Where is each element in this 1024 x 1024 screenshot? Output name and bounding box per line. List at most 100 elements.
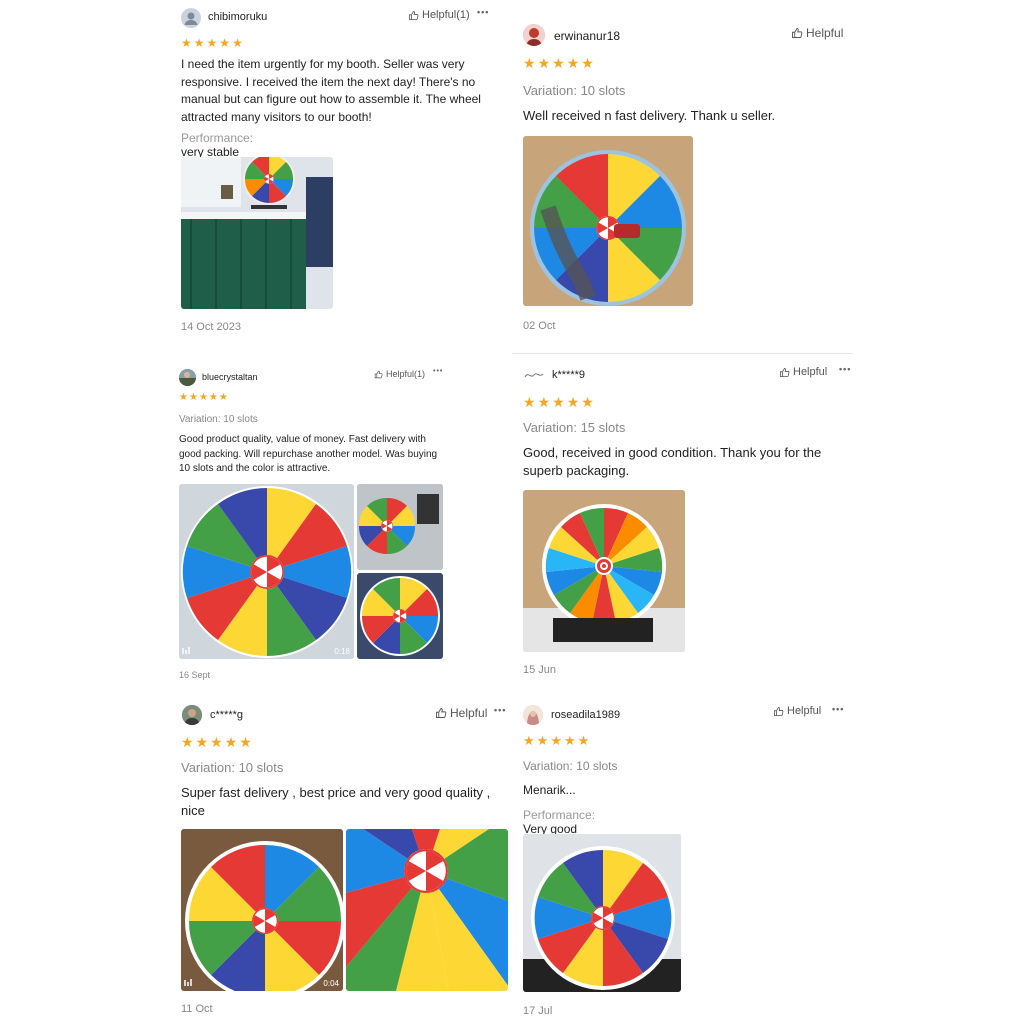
review-date: 17 Jul	[523, 1005, 553, 1017]
star-icon: ★	[523, 733, 535, 748]
star-icon: ★	[181, 734, 194, 750]
helpful-label: Helpful(1)	[422, 9, 470, 21]
helpful-button[interactable]: Helpful(1)	[408, 9, 470, 21]
star-icon: ★	[195, 734, 209, 750]
thumbs-up-icon	[374, 370, 383, 379]
star-icon: ★	[218, 392, 228, 403]
helpful-label: Helpful	[793, 366, 828, 378]
performance-label: Performance:	[181, 131, 254, 145]
user-photo-icon	[523, 24, 545, 46]
helpful-button[interactable]: Helpful	[773, 705, 821, 717]
star-icon: ★	[566, 55, 580, 71]
avatar[interactable]	[181, 8, 201, 28]
variation-label: Variation: 10 slots	[181, 760, 284, 775]
review-date: 15 Jun	[523, 664, 557, 676]
wheel-video-thumbnail	[181, 829, 343, 991]
review-date: 14 Oct 2023	[181, 321, 241, 333]
review-video[interactable]: 0:04	[181, 829, 343, 991]
star-rating: ★ ★ ★ ★ ★	[181, 735, 252, 749]
divider	[512, 353, 853, 354]
more-options-button[interactable]: •••	[839, 364, 851, 374]
more-options-button[interactable]: •••	[832, 704, 844, 714]
star-rating: ★ ★ ★ ★ ★	[523, 734, 589, 747]
wheel-photo	[357, 484, 443, 570]
thumbs-up-icon	[408, 10, 419, 21]
star-icon: ★	[563, 733, 576, 748]
numbered-wheel-photo	[523, 834, 681, 992]
review-video[interactable]: 0:18	[179, 484, 354, 659]
username[interactable]: chibimoruku	[208, 11, 267, 23]
user-photo-icon	[179, 369, 196, 386]
video-duration: 0:18	[334, 647, 350, 656]
review-photo[interactable]	[181, 157, 333, 309]
variation-label: Variation: 15 slots	[523, 420, 626, 435]
helpful-button[interactable]: Helpful	[791, 26, 843, 40]
thumbs-up-icon	[779, 367, 790, 378]
helpful-button[interactable]: Helpful	[435, 706, 487, 720]
review-photo[interactable]	[523, 834, 681, 992]
star-icon: ★	[537, 394, 551, 410]
review-date: 02 Oct	[523, 320, 556, 332]
review-text: Menarik...	[523, 783, 576, 797]
star-icon: ★	[552, 394, 565, 410]
star-icon: ★	[523, 55, 536, 71]
review-text: Well received n fast delivery. Thank u s…	[523, 108, 776, 123]
avatar[interactable]	[523, 24, 545, 46]
star-icon: ★	[210, 734, 223, 750]
star-icon: ★	[232, 36, 243, 50]
star-icon: ★	[188, 392, 198, 403]
star-icon: ★	[208, 392, 218, 403]
star-icon: ★	[193, 36, 205, 50]
username[interactable]: k*****9	[552, 369, 585, 381]
avatar[interactable]	[179, 369, 196, 386]
username[interactable]: bluecrystaltan	[202, 372, 258, 382]
review-text: Good, received in good condition. Thank …	[523, 445, 822, 478]
more-options-button[interactable]: •••	[433, 368, 443, 375]
more-options-button[interactable]: •••	[494, 705, 506, 715]
wheel-on-box-photo	[523, 490, 685, 652]
wheel-closeup-photo	[346, 829, 508, 991]
helpful-label: Helpful	[806, 26, 844, 40]
review-photo[interactable]	[523, 490, 685, 652]
packaged-wheel-photo	[523, 136, 693, 306]
default-user-icon	[184, 12, 198, 25]
variation-label: Variation: 10 slots	[523, 759, 618, 773]
star-icon: ★	[179, 392, 188, 403]
helpful-button[interactable]: Helpful	[779, 366, 827, 378]
review-photo[interactable]	[346, 829, 508, 991]
user-photo-icon	[523, 705, 543, 725]
star-icon: ★	[581, 55, 594, 71]
star-icon: ★	[523, 394, 536, 410]
review-text: Super fast delivery , best price and ver…	[181, 785, 491, 818]
review-photo[interactable]	[357, 573, 443, 659]
star-icon: ★	[206, 36, 218, 50]
star-rating: ★ ★ ★ ★ ★	[523, 395, 594, 409]
wheel-photo	[357, 573, 443, 659]
star-icon: ★	[581, 394, 594, 410]
username[interactable]: erwinanur18	[554, 29, 620, 43]
variation-label: Variation: 10 slots	[523, 83, 626, 98]
review-photo[interactable]	[357, 484, 443, 570]
star-icon: ★	[198, 392, 208, 403]
review-date: 16 Sept	[179, 670, 211, 680]
star-icon: ★	[536, 733, 549, 748]
star-icon: ★	[537, 55, 551, 71]
video-bars-icon	[184, 979, 192, 986]
helpful-label: Helpful	[450, 706, 488, 720]
helpful-label: Helpful(1)	[386, 369, 426, 379]
star-icon: ★	[239, 734, 252, 750]
star-icon: ★	[224, 734, 238, 750]
performance-label: Performance:	[523, 808, 596, 822]
avatar[interactable]	[523, 705, 543, 725]
review-photo[interactable]	[523, 136, 693, 306]
more-options-button[interactable]: •••	[477, 7, 489, 17]
signature-logo-icon	[524, 373, 544, 378]
helpful-button[interactable]: Helpful(1)	[374, 369, 425, 379]
thumbs-up-icon	[773, 706, 784, 717]
username[interactable]: c*****g	[210, 709, 243, 721]
star-icon: ★	[552, 55, 565, 71]
avatar[interactable]	[182, 705, 202, 725]
avatar[interactable]	[523, 367, 545, 383]
thumbs-up-icon	[435, 707, 447, 719]
username[interactable]: roseadila1989	[551, 709, 620, 721]
